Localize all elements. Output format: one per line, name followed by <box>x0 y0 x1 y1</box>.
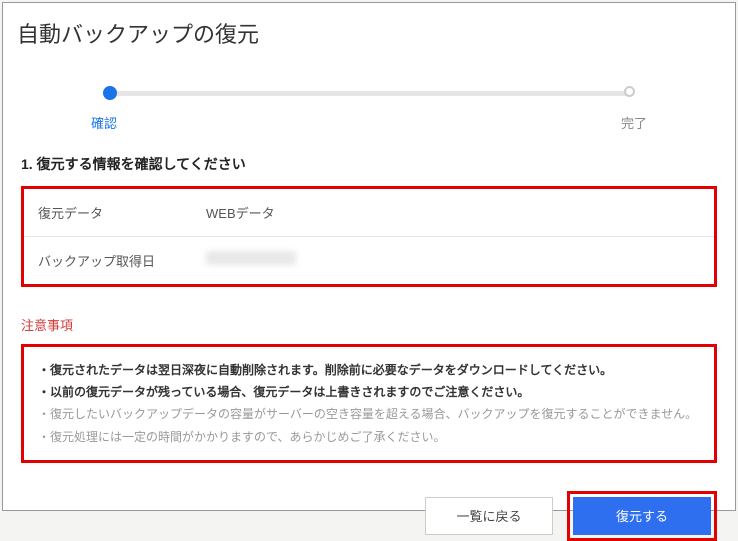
notice-item: ・復元したいバックアップデータの容量がサーバーの空き容量を超える場合、バックアッ… <box>38 403 700 425</box>
restore-button-highlight: 復元する <box>567 491 717 541</box>
notice-item: ・以前の復元データが残っている場合、復元データは上書きされますのでご注意ください… <box>38 381 700 403</box>
info-label-date: バックアップ取得日 <box>24 237 192 284</box>
progress-bar <box>103 85 635 105</box>
info-label-data: 復元データ <box>24 189 192 236</box>
section-heading: 1. 復元する情報を確認してください <box>21 154 717 174</box>
progress-track <box>107 91 631 96</box>
notice-heading: 注意事項 <box>21 315 717 334</box>
info-value-data: WEBデータ <box>192 189 714 236</box>
progress-step-active-icon <box>103 86 117 100</box>
progress-step-inactive-icon <box>624 86 635 97</box>
notice-item: ・復元処理には一定の時間がかかりますので、あらかじめご了承ください。 <box>38 426 700 448</box>
info-row-date: バックアップ取得日 <box>24 237 714 284</box>
progress-labels: 確認 完了 <box>91 113 647 132</box>
page-title: 自動バックアップの復元 <box>3 3 735 59</box>
notice-box: ・復元されたデータは翌日深夜に自動削除されます。削除前に必要なデータをダウンロー… <box>21 344 717 463</box>
notice-item: ・復元されたデータは翌日深夜に自動削除されます。削除前に必要なデータをダウンロー… <box>38 359 700 381</box>
progress-label-confirm: 確認 <box>91 113 117 132</box>
progress-label-complete: 完了 <box>621 113 647 132</box>
redacted-date <box>206 251 296 265</box>
info-value-date <box>192 237 714 284</box>
restore-info-box: 復元データ WEBデータ バックアップ取得日 <box>21 186 717 287</box>
back-button[interactable]: 一覧に戻る <box>425 497 553 535</box>
restore-button[interactable]: 復元する <box>573 497 711 535</box>
info-row-data: 復元データ WEBデータ <box>24 189 714 237</box>
main-panel: 自動バックアップの復元 確認 完了 1. 復元する情報を確認してください 復元デ… <box>2 2 736 511</box>
button-row: 一覧に戻る 復元する <box>21 491 717 541</box>
